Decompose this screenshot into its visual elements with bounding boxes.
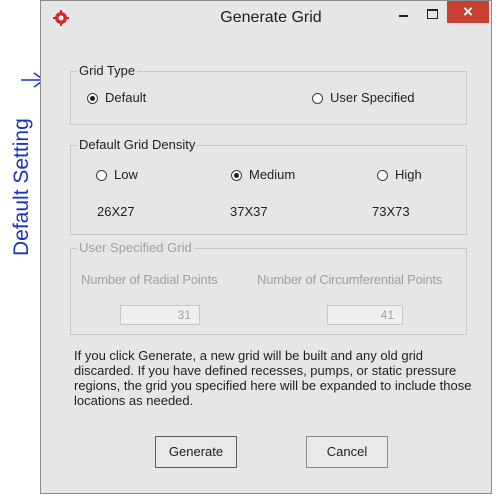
radio-label: High — [395, 167, 422, 182]
maximize-icon[interactable] — [419, 3, 445, 25]
generate-grid-dialog: Generate Grid × Grid Type Default User S… — [40, 0, 492, 494]
title-bar[interactable]: Generate Grid × — [41, 1, 491, 35]
radio-unselected-icon — [377, 170, 388, 181]
radio-label: User Specified — [330, 90, 415, 105]
grid-type-group: Grid Type Default User Specified — [70, 63, 467, 125]
density-medium-dims: 37X37 — [230, 204, 268, 219]
circumferential-points-input[interactable]: 41 — [327, 305, 403, 325]
grid-type-user-specified-radio[interactable]: User Specified — [312, 90, 415, 105]
minimize-icon[interactable] — [391, 3, 417, 25]
radio-label: Low — [114, 167, 138, 182]
close-icon[interactable]: × — [447, 1, 489, 23]
density-high-dims: 73X73 — [372, 204, 410, 219]
grid-type-legend: Grid Type — [77, 63, 138, 78]
user-grid-legend: User Specified Grid — [77, 240, 194, 255]
circumferential-points-label: Number of Circumferential Points — [257, 272, 443, 287]
radio-label: Default — [105, 90, 147, 105]
dialog-body: Grid Type Default User Specified Default… — [50, 37, 482, 485]
density-group: Default Grid Density Low Medium High 26X… — [70, 137, 467, 235]
radial-points-input[interactable]: 31 — [120, 305, 200, 325]
radio-selected-icon — [87, 93, 98, 104]
density-low-radio[interactable]: Low — [96, 167, 138, 182]
density-low-dims: 26X27 — [97, 204, 135, 219]
grid-type-default-radio[interactable]: Default — [87, 90, 146, 105]
radial-points-label: Number of Radial Points — [81, 272, 218, 287]
density-high-radio[interactable]: High — [377, 167, 422, 182]
radio-unselected-icon — [96, 170, 107, 181]
density-medium-radio[interactable]: Medium — [231, 167, 295, 182]
radio-unselected-icon — [312, 93, 323, 104]
radio-label: Medium — [249, 167, 296, 182]
user-grid-group: User Specified Grid Number of Radial Poi… — [70, 240, 467, 335]
radio-selected-icon — [231, 170, 242, 181]
default-setting-annotation: Default Setting — [10, 118, 33, 256]
density-legend: Default Grid Density — [77, 137, 198, 152]
cancel-button[interactable]: Cancel — [306, 436, 388, 468]
generate-note-text: If you click Generate, a new grid will b… — [74, 348, 472, 408]
generate-button[interactable]: Generate — [155, 436, 237, 468]
